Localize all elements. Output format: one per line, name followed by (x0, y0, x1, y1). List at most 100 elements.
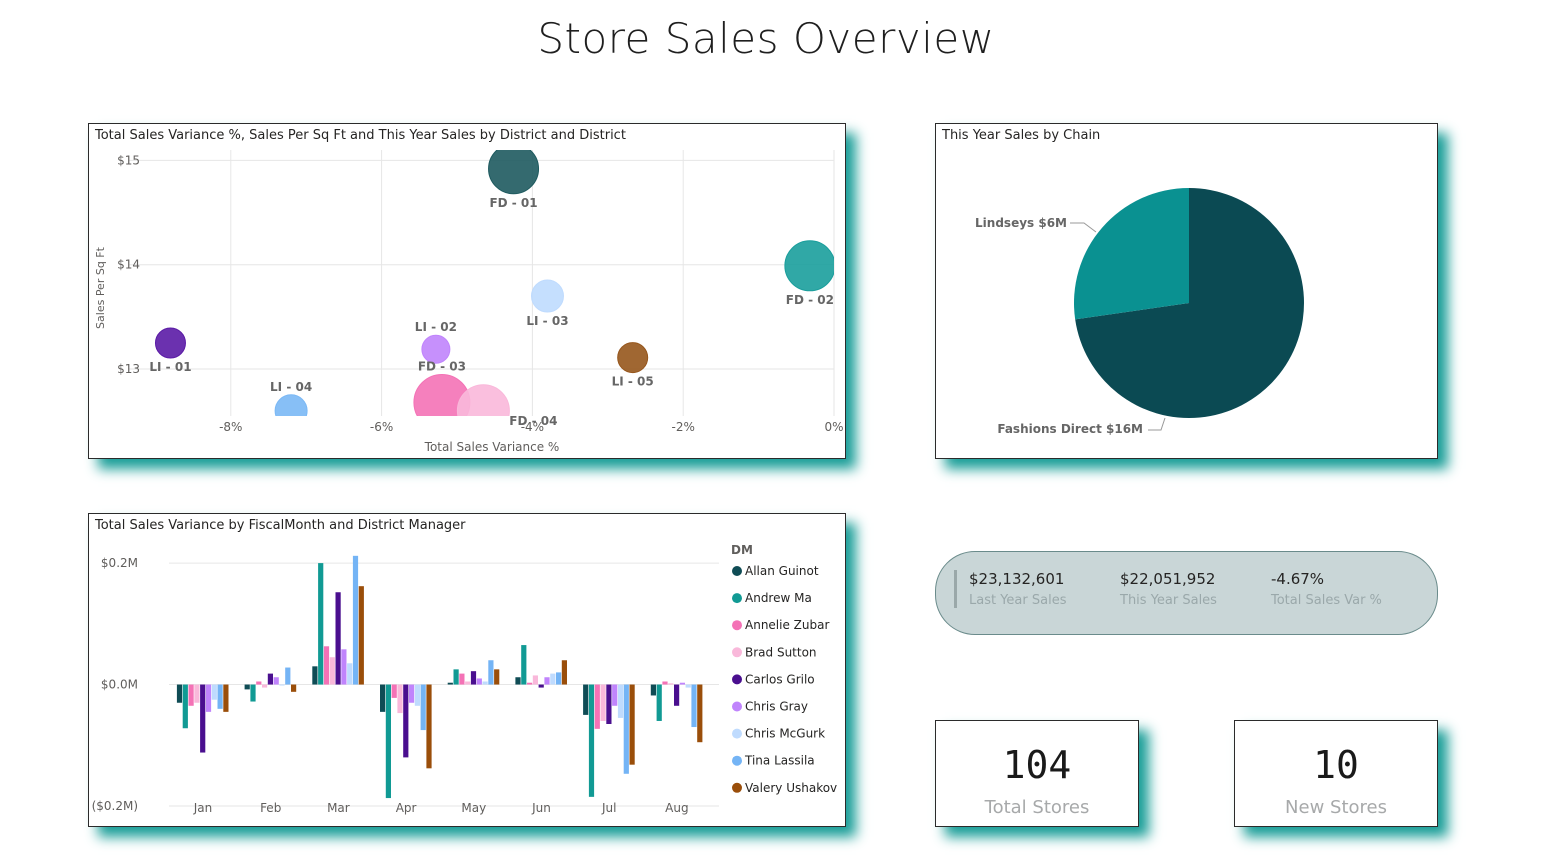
scatter-grid (129, 150, 835, 416)
scatter-point-label: LI - 01 (149, 360, 191, 374)
bar-mark (561, 660, 567, 685)
bar-mark (244, 684, 250, 690)
kpi-this-year-label: This Year Sales (1120, 593, 1217, 608)
bar-chart-card[interactable]: Total Sales Variance by FiscalMonth and … (88, 513, 846, 827)
bar-mark (447, 682, 453, 685)
bar-legend-marker (732, 728, 742, 739)
bar-x-tick: Aug (665, 801, 688, 815)
pie-label-lindseys: Lindseys $6M (975, 216, 1067, 230)
scatter-point-label: FD - 02 (786, 293, 834, 307)
bar-mark (494, 669, 500, 685)
scatter-y-tick: $14 (117, 258, 140, 272)
kpi-accent-bar (954, 570, 957, 608)
scatter-y-axis-label: Sales Per Sq Ft (94, 246, 107, 329)
bar-mark (606, 684, 612, 724)
bar-mark (323, 646, 330, 685)
bar-mark (182, 684, 188, 729)
bar-legend-marker (732, 566, 742, 576)
kpi-last-year-value: $23,132,601 (969, 570, 1065, 588)
bar-mark (262, 684, 268, 688)
kpi-summary: $23,132,601 Last Year Sales $22,051,952 … (935, 551, 1438, 635)
bar-mark (697, 684, 703, 743)
bar-legend-marker (732, 620, 742, 631)
bar-mark (211, 684, 217, 700)
bar-legend-marker (732, 782, 742, 793)
kpi-variance-label: Total Sales Var % (1271, 593, 1382, 608)
bar-legend-label: Chris Gray (745, 700, 808, 714)
bar-marks (176, 555, 703, 799)
bar-mark (256, 681, 262, 685)
bar-legend-marker (732, 674, 742, 685)
bar-mark (205, 684, 212, 712)
bar-mark (488, 660, 494, 685)
scatter-x-tick: -2% (672, 420, 695, 434)
bar-mark (588, 684, 595, 797)
bar-mark (250, 684, 256, 702)
scatter-chart-card[interactable]: Total Sales Variance %, Sales Per Sq Ft … (88, 123, 846, 459)
scatter-point (488, 150, 540, 195)
bar-mark (583, 684, 589, 715)
bar-mark (656, 684, 662, 721)
bar-x-tick: Apr (396, 801, 417, 815)
pie-label-fashions: Fashions Direct $16M (997, 422, 1143, 436)
bar-legend-label: Carlos Grilo (745, 672, 815, 686)
bar-mark (426, 684, 432, 769)
bar-mark (341, 649, 347, 685)
bar-mark (358, 586, 364, 685)
kpi-this-year: $22,051,952 This Year Sales (1120, 570, 1217, 608)
bar-mark (476, 678, 482, 685)
total-stores-card[interactable]: 104 Total Stores (935, 720, 1139, 827)
bar-mark (397, 684, 403, 714)
scatter-point-label: LI - 02 (415, 320, 457, 334)
bar-x-tick: Jan (193, 801, 213, 815)
bar-legend-marker (732, 701, 742, 712)
bar-mark (600, 684, 606, 721)
scatter-point-label: LI - 05 (612, 375, 654, 389)
bar-mark (532, 675, 538, 685)
bar-mark (556, 672, 562, 685)
scatter-point (274, 394, 308, 416)
bar-legend-label: Allan Guinot (745, 564, 819, 578)
bar-mark (291, 684, 297, 692)
bar-mark (391, 684, 397, 698)
bar-mark (335, 592, 341, 685)
bar-mark (453, 669, 459, 685)
scatter-point (530, 279, 564, 313)
bar-mark (273, 677, 279, 685)
scatter-points (154, 150, 834, 416)
scatter-point (784, 240, 834, 292)
scatter-x-tick: -6% (370, 420, 393, 434)
bar-mark (267, 673, 273, 685)
bar-mark (352, 555, 359, 685)
bar-legend-label: Chris McGurk (745, 727, 825, 741)
pie-slice (1074, 188, 1189, 320)
bar-mark (527, 682, 533, 685)
bar-x-tick: Jul (601, 801, 616, 815)
bar-grid (169, 562, 719, 807)
bar-legend-label: Valery Ushakov (745, 781, 837, 795)
bar-mark (617, 684, 624, 718)
bar-mark (414, 684, 420, 706)
new-stores-card[interactable]: 10 New Stores (1234, 720, 1438, 827)
bar-mark (223, 684, 229, 712)
bar-legend-label: Brad Sutton (745, 645, 817, 659)
bar-mark (629, 684, 635, 765)
bar-legend-marker (732, 755, 742, 766)
bar-x-tick: Feb (260, 801, 281, 815)
bar-legend-label: Tina Lassila (744, 754, 815, 768)
pie-slices (1074, 188, 1304, 418)
bar-chart: $0.2M $0.0M ($0.2M) Jan Feb Mar Apr May Jun Jul Au… (92, 543, 838, 815)
bar-x-tick: May (461, 801, 486, 815)
bar-x-tick: Mar (327, 801, 350, 815)
scatter-chart: FD - 01FD - 02FD - 03FD - 04LI - 01LI - … (94, 150, 844, 454)
pie-leader-fashions (1148, 417, 1166, 431)
pie-chart-card[interactable]: This Year Sales by Chain Lindseys $6M Fa… (935, 123, 1438, 459)
bar-mark (409, 684, 415, 703)
scatter-point-label: FD - 01 (489, 196, 537, 210)
scatter-point-label: LI - 03 (526, 314, 568, 328)
bar-mark (482, 681, 488, 685)
kpi-last-year-label: Last Year Sales (969, 593, 1067, 608)
bar-mark (612, 684, 618, 706)
bar-mark (538, 684, 544, 688)
scatter-x-axis-label: Total Sales Variance % (424, 440, 560, 454)
